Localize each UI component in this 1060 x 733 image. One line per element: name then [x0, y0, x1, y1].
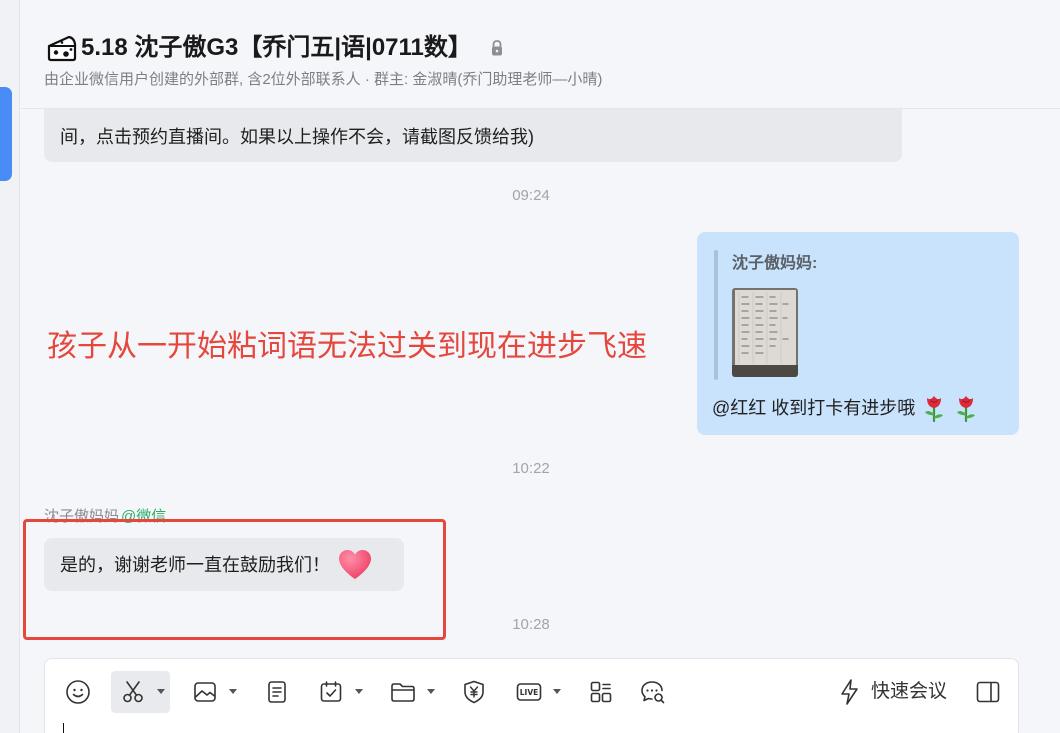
timestamp: 10:28	[512, 616, 550, 633]
chat-header: 5.18 沈子傲G3【乔门五|语|0711数】 由企业微信用户创建的外部群, 含…	[21, 0, 1060, 109]
message-input[interactable]	[55, 715, 1005, 733]
live-badge-text: LIVE	[520, 688, 539, 697]
live-dropdown-chevron-icon[interactable]	[553, 689, 561, 694]
quick-meeting-label: 快速会议	[871, 681, 948, 702]
message-text: 间，点击预约直播间。如果以上操作不会，请截图反馈给我)	[60, 127, 534, 147]
image-icon[interactable]	[192, 679, 218, 705]
active-tab-indicator[interactable]	[0, 87, 12, 181]
folder-dropdown-chevron-icon[interactable]	[427, 689, 435, 694]
quote-author: 沈子傲妈妈:	[732, 255, 818, 272]
text-cursor	[63, 723, 64, 733]
title-row: 5.18 沈子傲G3【乔门五|语|0711数】	[47, 33, 504, 63]
chat-search-icon[interactable]	[639, 679, 667, 705]
scissors-icon[interactable]	[120, 679, 146, 705]
rose-emoji-icon	[953, 394, 979, 422]
page-title: 5.18 沈子傲G3【乔门五|语|0711数】	[81, 34, 472, 61]
cheese-group-icon	[47, 34, 77, 62]
calendar-check-icon[interactable]	[318, 679, 344, 705]
calendar-dropdown-chevron-icon[interactable]	[355, 689, 363, 694]
document-icon[interactable]	[264, 679, 290, 705]
timestamp: 10:22	[512, 460, 550, 477]
smiley-icon[interactable]	[65, 679, 91, 705]
lock-icon	[490, 39, 504, 57]
message-composer: LIVE 快速会议	[44, 658, 1019, 733]
message-bubble-sent: 沈子傲妈妈: @红红 收到打卡有进步哦	[697, 232, 1019, 435]
yuan-shield-icon[interactable]	[461, 679, 487, 705]
quick-meeting-button[interactable]: 快速会议	[837, 678, 947, 706]
image-dropdown-chevron-icon[interactable]	[229, 689, 237, 694]
rose-emoji-icon	[921, 394, 947, 422]
apps-grid-icon[interactable]	[588, 679, 614, 705]
live-icon[interactable]: LIVE	[515, 679, 543, 705]
annotation-overlay-text: 孩子从一开始粘词语无法过关到现在进步飞速	[47, 330, 647, 363]
group-subtitle: 由企业微信用户创建的外部群, 含2位外部联系人 · 群主: 金淑晴(乔门助理老师…	[44, 71, 603, 88]
message-text: @红红 收到打卡有进步哦	[712, 398, 916, 418]
quoted-image-thumbnail[interactable]	[732, 288, 798, 377]
screenshot-dropdown-chevron-icon[interactable]	[157, 689, 165, 694]
lightning-icon	[837, 678, 861, 706]
timestamp: 09:24	[512, 187, 550, 204]
folder-icon[interactable]	[389, 679, 417, 705]
annotation-highlight-box	[23, 519, 446, 640]
sent-message-line: @红红 收到打卡有进步哦	[712, 394, 979, 422]
quote-bar	[714, 250, 718, 380]
sidebar-toggle-icon[interactable]	[975, 679, 1001, 705]
